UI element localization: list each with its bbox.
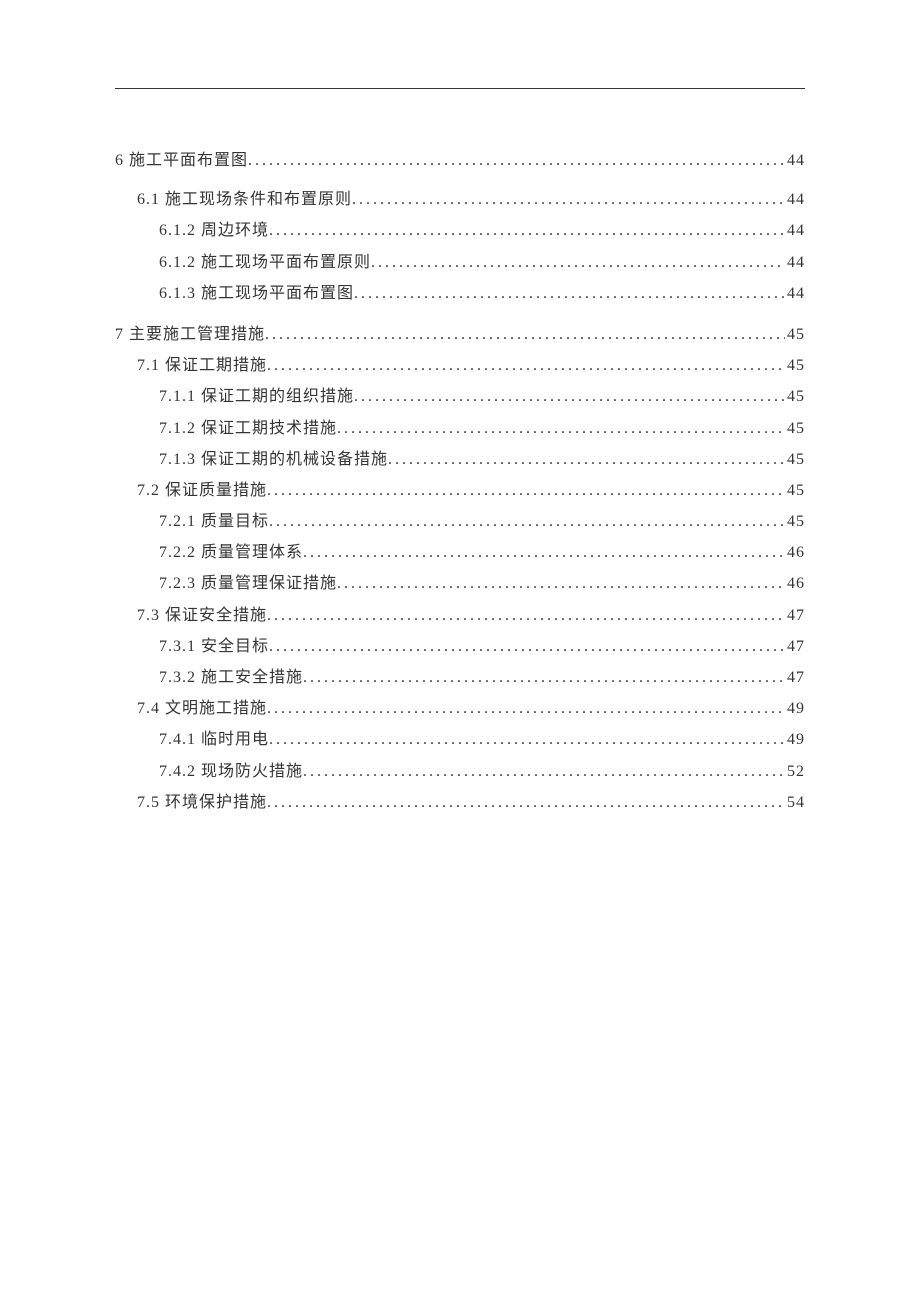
toc-entry-page: 45	[785, 381, 805, 412]
toc-entry-title: 6.1.3 施工现场平面布置图	[159, 278, 354, 309]
toc-entry: 7.2.2 质量管理体系 46	[115, 537, 805, 568]
toc-entry-page: 52	[785, 756, 805, 787]
toc-entry: 7.2 保证质量措施 45	[115, 475, 805, 506]
toc-entry: 6 施工平面布置图 44	[115, 145, 805, 176]
toc-entry-title: 6 施工平面布置图	[115, 145, 248, 176]
toc-leader-dots	[267, 475, 785, 506]
toc-entry: 7.2.3 质量管理保证措施 46	[115, 568, 805, 599]
toc-entry-title: 7.3 保证安全措施	[137, 600, 267, 631]
toc-entry: 7.3.1 安全目标 47	[115, 631, 805, 662]
toc-entry-page: 47	[785, 600, 805, 631]
header-rule	[115, 88, 805, 89]
toc-entry-title: 7 主要施工管理措施	[115, 319, 265, 350]
toc-entry-title: 6.1.2 施工现场平面布置原则	[159, 247, 371, 278]
toc-entry-title: 7.4 文明施工措施	[137, 693, 267, 724]
document-page: 6 施工平面布置图 44 6.1 施工现场条件和布置原则 44 6.1.2 周边环境 44…	[0, 0, 920, 818]
toc-entry-title: 7.1.2 保证工期技术措施	[159, 413, 337, 444]
toc-entry-page: 49	[785, 724, 805, 755]
toc-entry: 7.1 保证工期措施 45	[115, 350, 805, 381]
toc-entry-page: 44	[785, 278, 805, 309]
toc-leader-dots	[265, 319, 785, 350]
table-of-contents: 6 施工平面布置图 44 6.1 施工现场条件和布置原则 44 6.1.2 周边环境 44…	[115, 145, 805, 818]
toc-entry-page: 44	[785, 215, 805, 246]
toc-entry-page: 54	[785, 787, 805, 818]
toc-entry: 7.1.1 保证工期的组织措施 45	[115, 381, 805, 412]
toc-leader-dots	[354, 278, 785, 309]
toc-leader-dots	[303, 537, 785, 568]
toc-entry-page: 45	[785, 444, 805, 475]
toc-entry-page: 44	[785, 145, 805, 176]
toc-entry-page: 46	[785, 537, 805, 568]
toc-entry-page: 45	[785, 506, 805, 537]
toc-entry-page: 44	[785, 184, 805, 215]
toc-entry-title: 6.1.2 周边环境	[159, 215, 269, 246]
toc-leader-dots	[248, 145, 785, 176]
toc-entry: 7 主要施工管理措施 45	[115, 319, 805, 350]
toc-entry-title: 7.3.2 施工安全措施	[159, 662, 303, 693]
toc-leader-dots	[267, 787, 785, 818]
toc-leader-dots	[354, 381, 785, 412]
toc-entry-title: 7.2.3 质量管理保证措施	[159, 568, 337, 599]
toc-entry-page: 46	[785, 568, 805, 599]
toc-entry-title: 7.2.1 质量目标	[159, 506, 269, 537]
toc-entry-page: 47	[785, 631, 805, 662]
toc-leader-dots	[337, 568, 785, 599]
toc-leader-dots	[267, 350, 785, 381]
toc-entry-title: 7.4.1 临时用电	[159, 724, 269, 755]
toc-leader-dots	[269, 724, 785, 755]
toc-entry: 7.4 文明施工措施 49	[115, 693, 805, 724]
toc-entry: 6.1.2 周边环境 44	[115, 215, 805, 246]
toc-leader-dots	[269, 631, 785, 662]
toc-leader-dots	[303, 756, 785, 787]
toc-entry-page: 45	[785, 413, 805, 444]
toc-entry-title: 6.1 施工现场条件和布置原则	[137, 184, 352, 215]
toc-entry-page: 45	[785, 350, 805, 381]
toc-entry: 6.1.3 施工现场平面布置图 44	[115, 278, 805, 309]
toc-leader-dots	[371, 247, 785, 278]
toc-leader-dots	[269, 215, 785, 246]
toc-entry-title: 7.1.1 保证工期的组织措施	[159, 381, 354, 412]
toc-entry-page: 49	[785, 693, 805, 724]
toc-leader-dots	[303, 662, 785, 693]
toc-entry-title: 7.1.3 保证工期的机械设备措施	[159, 444, 388, 475]
toc-entry-title: 7.3.1 安全目标	[159, 631, 269, 662]
toc-leader-dots	[267, 600, 785, 631]
toc-entry-page: 45	[785, 475, 805, 506]
toc-entry: 7.3 保证安全措施 47	[115, 600, 805, 631]
toc-entry-page: 47	[785, 662, 805, 693]
toc-entry: 6.1 施工现场条件和布置原则 44	[115, 184, 805, 215]
toc-entry-title: 7.2 保证质量措施	[137, 475, 267, 506]
toc-leader-dots	[388, 444, 785, 475]
toc-entry-title: 7.2.2 质量管理体系	[159, 537, 303, 568]
toc-entry: 7.2.1 质量目标 45	[115, 506, 805, 537]
toc-entry-title: 7.4.2 现场防火措施	[159, 756, 303, 787]
toc-entry-title: 7.5 环境保护措施	[137, 787, 267, 818]
toc-entry: 7.5 环境保护措施 54	[115, 787, 805, 818]
toc-entry: 7.1.2 保证工期技术措施 45	[115, 413, 805, 444]
toc-leader-dots	[352, 184, 785, 215]
toc-entry: 6.1.2 施工现场平面布置原则 44	[115, 247, 805, 278]
toc-leader-dots	[269, 506, 785, 537]
toc-entry: 7.4.2 现场防火措施 52	[115, 756, 805, 787]
toc-entry-title: 7.1 保证工期措施	[137, 350, 267, 381]
toc-entry: 7.4.1 临时用电 49	[115, 724, 805, 755]
toc-entry: 7.1.3 保证工期的机械设备措施 45	[115, 444, 805, 475]
toc-entry-page: 45	[785, 319, 805, 350]
toc-entry-page: 44	[785, 247, 805, 278]
toc-leader-dots	[337, 413, 785, 444]
toc-leader-dots	[267, 693, 785, 724]
toc-entry: 7.3.2 施工安全措施 47	[115, 662, 805, 693]
